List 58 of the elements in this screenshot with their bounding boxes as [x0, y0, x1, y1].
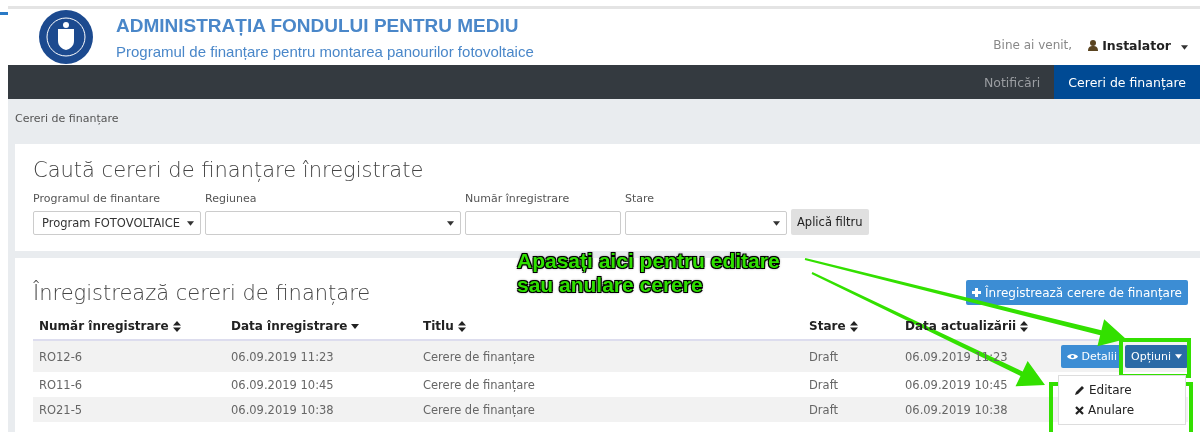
menu-item[interactable]: Editare [1059, 380, 1185, 400]
caret-icon [773, 220, 780, 226]
table-cell-text: Draft [809, 377, 839, 392]
table-cell-text: 06.09.2019 10:45 [905, 377, 1009, 392]
search-heading: Caută cereri de finanțare înregistrate [33, 158, 425, 182]
sort-icon [1020, 320, 1029, 332]
column-header[interactable]: Număr înregistrare [39, 319, 231, 333]
highlight-frame [1119, 338, 1191, 378]
table-cell-text: RO21-5 [39, 402, 84, 417]
table-cell-text: Cerere de finanțare [423, 377, 536, 392]
select-field[interactable] [205, 211, 461, 235]
eye-icon [1066, 353, 1078, 360]
input-field[interactable] [465, 211, 621, 235]
menu-item[interactable]: Anulare [1059, 400, 1185, 420]
nav-tab[interactable]: Notificări [969, 65, 1055, 99]
sort-icon [172, 320, 181, 332]
sort-desc-icon [351, 323, 360, 329]
user-menu[interactable]: Instalator [1088, 37, 1188, 53]
caret-icon [447, 220, 454, 226]
sort-icon [457, 320, 466, 332]
pencil-icon [1075, 385, 1085, 395]
table-cell-text: Cerere de finanțare [423, 402, 536, 417]
field-label: Stare [625, 192, 656, 205]
table-cell-text: 06.09.2019 10:38 [905, 402, 1009, 417]
select-field[interactable]: Program FOTOVOLTAICE [33, 211, 201, 235]
table-cell-text: RO11-6 [39, 377, 84, 392]
plus-icon [972, 288, 982, 297]
field-label: Programul de finantare [33, 192, 161, 205]
table-cell-text: Cerere de finanțare [423, 349, 536, 364]
close-icon [1075, 405, 1084, 415]
register-button[interactable]: Înregistrează cerere de finanțare [966, 280, 1188, 305]
site-title: ADMINISTRAȚIA FONDULUI PENTRU MEDIU [116, 14, 520, 37]
breadcrumb: Cereri de finanțare [15, 110, 120, 127]
sort-icon [849, 320, 858, 332]
table-cell-text: Draft [809, 402, 839, 417]
table-cell-text: 06.09.2019 10:38 [231, 402, 335, 417]
field-label: Regiunea [205, 192, 258, 205]
caret-icon [1181, 44, 1188, 50]
greeting-text: Bine ai venit, [993, 38, 1073, 52]
apply-filter-button[interactable]: Aplică filtru [791, 209, 869, 235]
user-icon [1088, 39, 1099, 51]
options-button[interactable]: Opțiuni [1125, 345, 1188, 368]
caret-icon [187, 220, 194, 226]
site-subtitle: Programul de finanțare pentru montarea panourilor fotovoltaice [116, 42, 535, 60]
table-cell-text: 06.09.2019 11:23 [231, 349, 335, 364]
nav-tab[interactable]: Cereri de finanțare [1054, 65, 1200, 99]
table-cell-text: Draft [809, 349, 839, 364]
field-label: Număr înregistrare [465, 192, 571, 205]
table-cell-text: RO12-6 [39, 349, 84, 364]
select-field[interactable] [625, 211, 787, 235]
table-cell-text: 06.09.2019 10:45 [231, 377, 335, 392]
annotation-text: Apasați aici pentru editare sau anulare cerere [517, 249, 780, 297]
column-header[interactable]: Stare [809, 319, 905, 333]
caret-icon [1175, 354, 1182, 359]
column-header[interactable]: Titlu [423, 319, 809, 333]
list-heading: Înregistrează cereri de finanțare [33, 281, 371, 305]
crest-logo [38, 9, 94, 65]
column-header[interactable]: Data înregistrare [231, 319, 423, 333]
